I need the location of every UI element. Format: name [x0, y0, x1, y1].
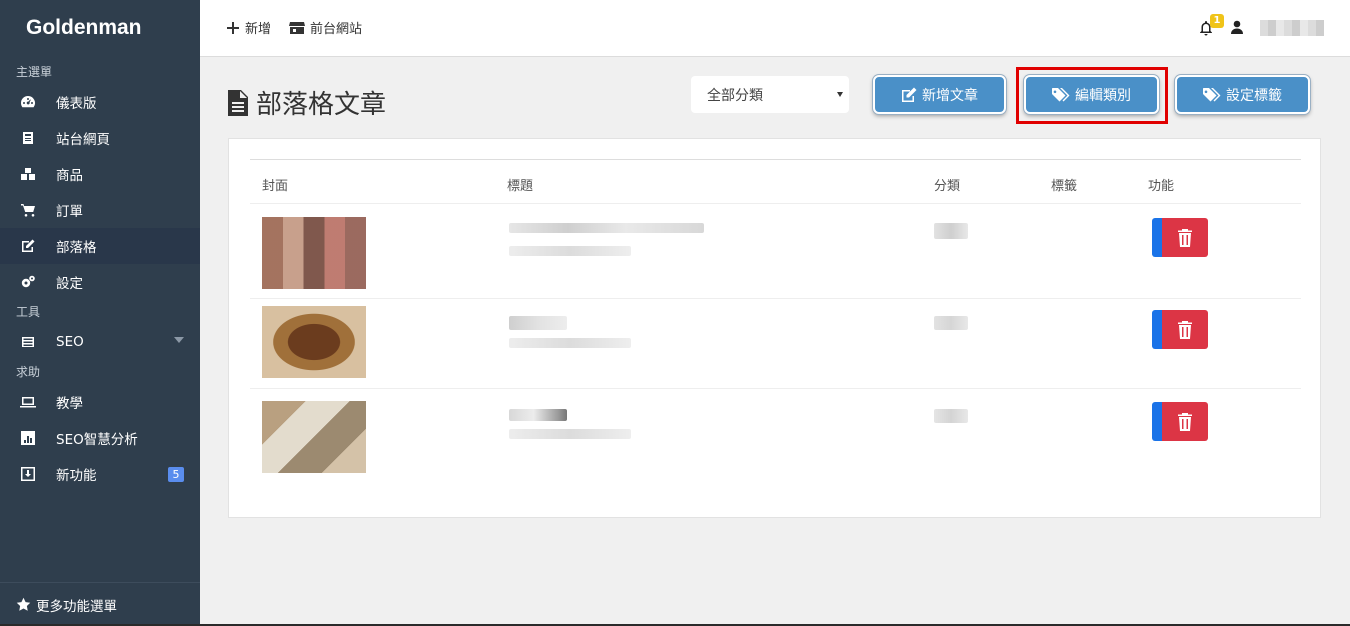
sidebar-item-products[interactable]: 商品 — [0, 156, 200, 192]
laptop-icon — [18, 392, 38, 412]
sidebar-item-settings[interactable]: 設定 — [0, 264, 200, 300]
bar-chart-icon — [18, 428, 38, 448]
page-icon — [18, 128, 38, 148]
sidebar-item-label: 部落格 — [56, 240, 97, 256]
blurred-title[interactable] — [509, 316, 567, 330]
blurred-subtitle — [509, 246, 631, 256]
sidebar-item-dashboard[interactable]: 儀表版 — [0, 84, 200, 120]
divider — [250, 203, 1301, 204]
sidebar-item-tutorial[interactable]: 教學 — [0, 384, 200, 420]
page-title: 部落格文章 — [228, 84, 386, 121]
page-title-text: 部落格文章 — [256, 90, 387, 120]
sidebar-item-orders[interactable]: 訂單 — [0, 192, 200, 228]
delete-button[interactable] — [1162, 402, 1208, 441]
row-actions — [1152, 218, 1208, 257]
column-header-cover: 封面 — [262, 179, 289, 194]
list-icon — [18, 332, 38, 352]
edit-icon — [18, 236, 38, 256]
blurred-subtitle — [509, 429, 631, 439]
user-icon[interactable] — [1231, 20, 1243, 34]
add-link-label: 新增 — [245, 22, 272, 37]
cover-thumbnail[interactable] — [262, 217, 366, 289]
sidebar-item-label: 商品 — [56, 168, 83, 184]
boxes-icon — [18, 164, 38, 184]
download-icon — [18, 464, 38, 484]
document-icon — [228, 89, 248, 116]
edit-button[interactable] — [1152, 218, 1162, 257]
new-features-badge: 5 — [168, 467, 184, 482]
more-menu-label: 更多功能選單 — [36, 598, 117, 615]
sidebar-item-label: 訂單 — [56, 204, 83, 220]
delete-button[interactable] — [1162, 310, 1208, 349]
cart-icon — [18, 200, 38, 220]
frontsite-link[interactable]: 前台網站 — [289, 18, 362, 37]
sidebar-item-label: 站台網頁 — [56, 132, 110, 148]
cover-thumbnail[interactable] — [262, 306, 366, 378]
blurred-category — [934, 223, 968, 239]
column-header-actions: 功能 — [1148, 179, 1175, 194]
new-post-button[interactable]: 新增文章 — [873, 75, 1006, 114]
set-tags-button[interactable]: 設定標籤 — [1175, 75, 1310, 114]
column-header-title: 標題 — [507, 179, 534, 194]
divider — [250, 159, 1301, 160]
sidebar-item-label: 儀表版 — [56, 96, 97, 112]
blurred-subtitle — [509, 338, 631, 348]
cover-thumbnail[interactable] — [262, 401, 366, 473]
blog-posts-table: 封面 標題 分類 標籤 功能 — [228, 138, 1321, 518]
star-icon — [16, 597, 31, 611]
sidebar-item-seo[interactable]: SEO — [0, 324, 200, 360]
trash-icon — [1178, 412, 1192, 431]
sidebar-item-label: SEO智慧分析 — [56, 432, 138, 448]
edit-button[interactable] — [1152, 402, 1162, 441]
blurred-title[interactable] — [509, 223, 704, 233]
add-link[interactable]: 新增 — [226, 18, 271, 37]
blurred-category — [934, 409, 968, 423]
sidebar-item-label: 新功能 — [56, 468, 97, 484]
divider — [250, 388, 1301, 389]
notification-badge: 1 — [1210, 14, 1224, 28]
dashboard-icon — [18, 92, 38, 112]
sidebar-item-blog[interactable]: 部落格 — [0, 228, 200, 264]
trash-icon — [1178, 228, 1192, 247]
chevron-down-icon[interactable] — [174, 337, 184, 343]
sidebar-item-new-features[interactable]: 新功能 5 — [0, 456, 200, 492]
row-actions — [1152, 310, 1208, 349]
sidebar-item-label: SEO — [56, 334, 84, 350]
divider — [250, 298, 1301, 299]
delete-button[interactable] — [1162, 218, 1208, 257]
trash-icon — [1178, 320, 1192, 339]
section-label-tools: 工具 — [16, 305, 41, 319]
category-select[interactable]: 全部分類 — [691, 76, 849, 113]
plus-icon — [227, 21, 239, 34]
tags-icon — [1203, 87, 1221, 101]
column-header-category: 分類 — [934, 179, 961, 194]
highlight-box — [1016, 67, 1168, 124]
select-arrow-icon — [837, 92, 843, 97]
store-icon — [289, 21, 305, 34]
user-name-redacted[interactable] — [1260, 20, 1324, 36]
edit-icon — [902, 87, 917, 102]
section-label-help: 求助 — [16, 365, 41, 379]
column-header-tags: 標籤 — [1051, 179, 1078, 194]
section-label-main: 主選單 — [16, 65, 53, 79]
gears-icon — [18, 272, 38, 292]
set-tags-button-label: 設定標籤 — [1226, 87, 1282, 104]
blurred-category — [934, 316, 968, 330]
sidebar: Goldenman 主選單 儀表版 站台網頁 商品 訂單 部落格 設定 工具 S… — [0, 0, 200, 626]
edit-button[interactable] — [1152, 310, 1162, 349]
new-post-button-label: 新增文章 — [922, 87, 978, 104]
sidebar-item-label: 設定 — [56, 276, 83, 292]
frontsite-link-label: 前台網站 — [310, 22, 363, 37]
sidebar-item-site-pages[interactable]: 站台網頁 — [0, 120, 200, 156]
blurred-title[interactable] — [509, 409, 567, 421]
more-menu-button[interactable]: 更多功能選單 — [0, 582, 200, 626]
row-actions — [1152, 402, 1208, 441]
sidebar-item-label: 教學 — [56, 396, 83, 412]
sidebar-item-seo-analysis[interactable]: SEO智慧分析 — [0, 420, 200, 456]
category-select-value: 全部分類 — [707, 87, 763, 104]
topbar: 新增 前台網站 1 — [200, 0, 1350, 57]
brand-logo[interactable]: Goldenman — [0, 0, 200, 56]
